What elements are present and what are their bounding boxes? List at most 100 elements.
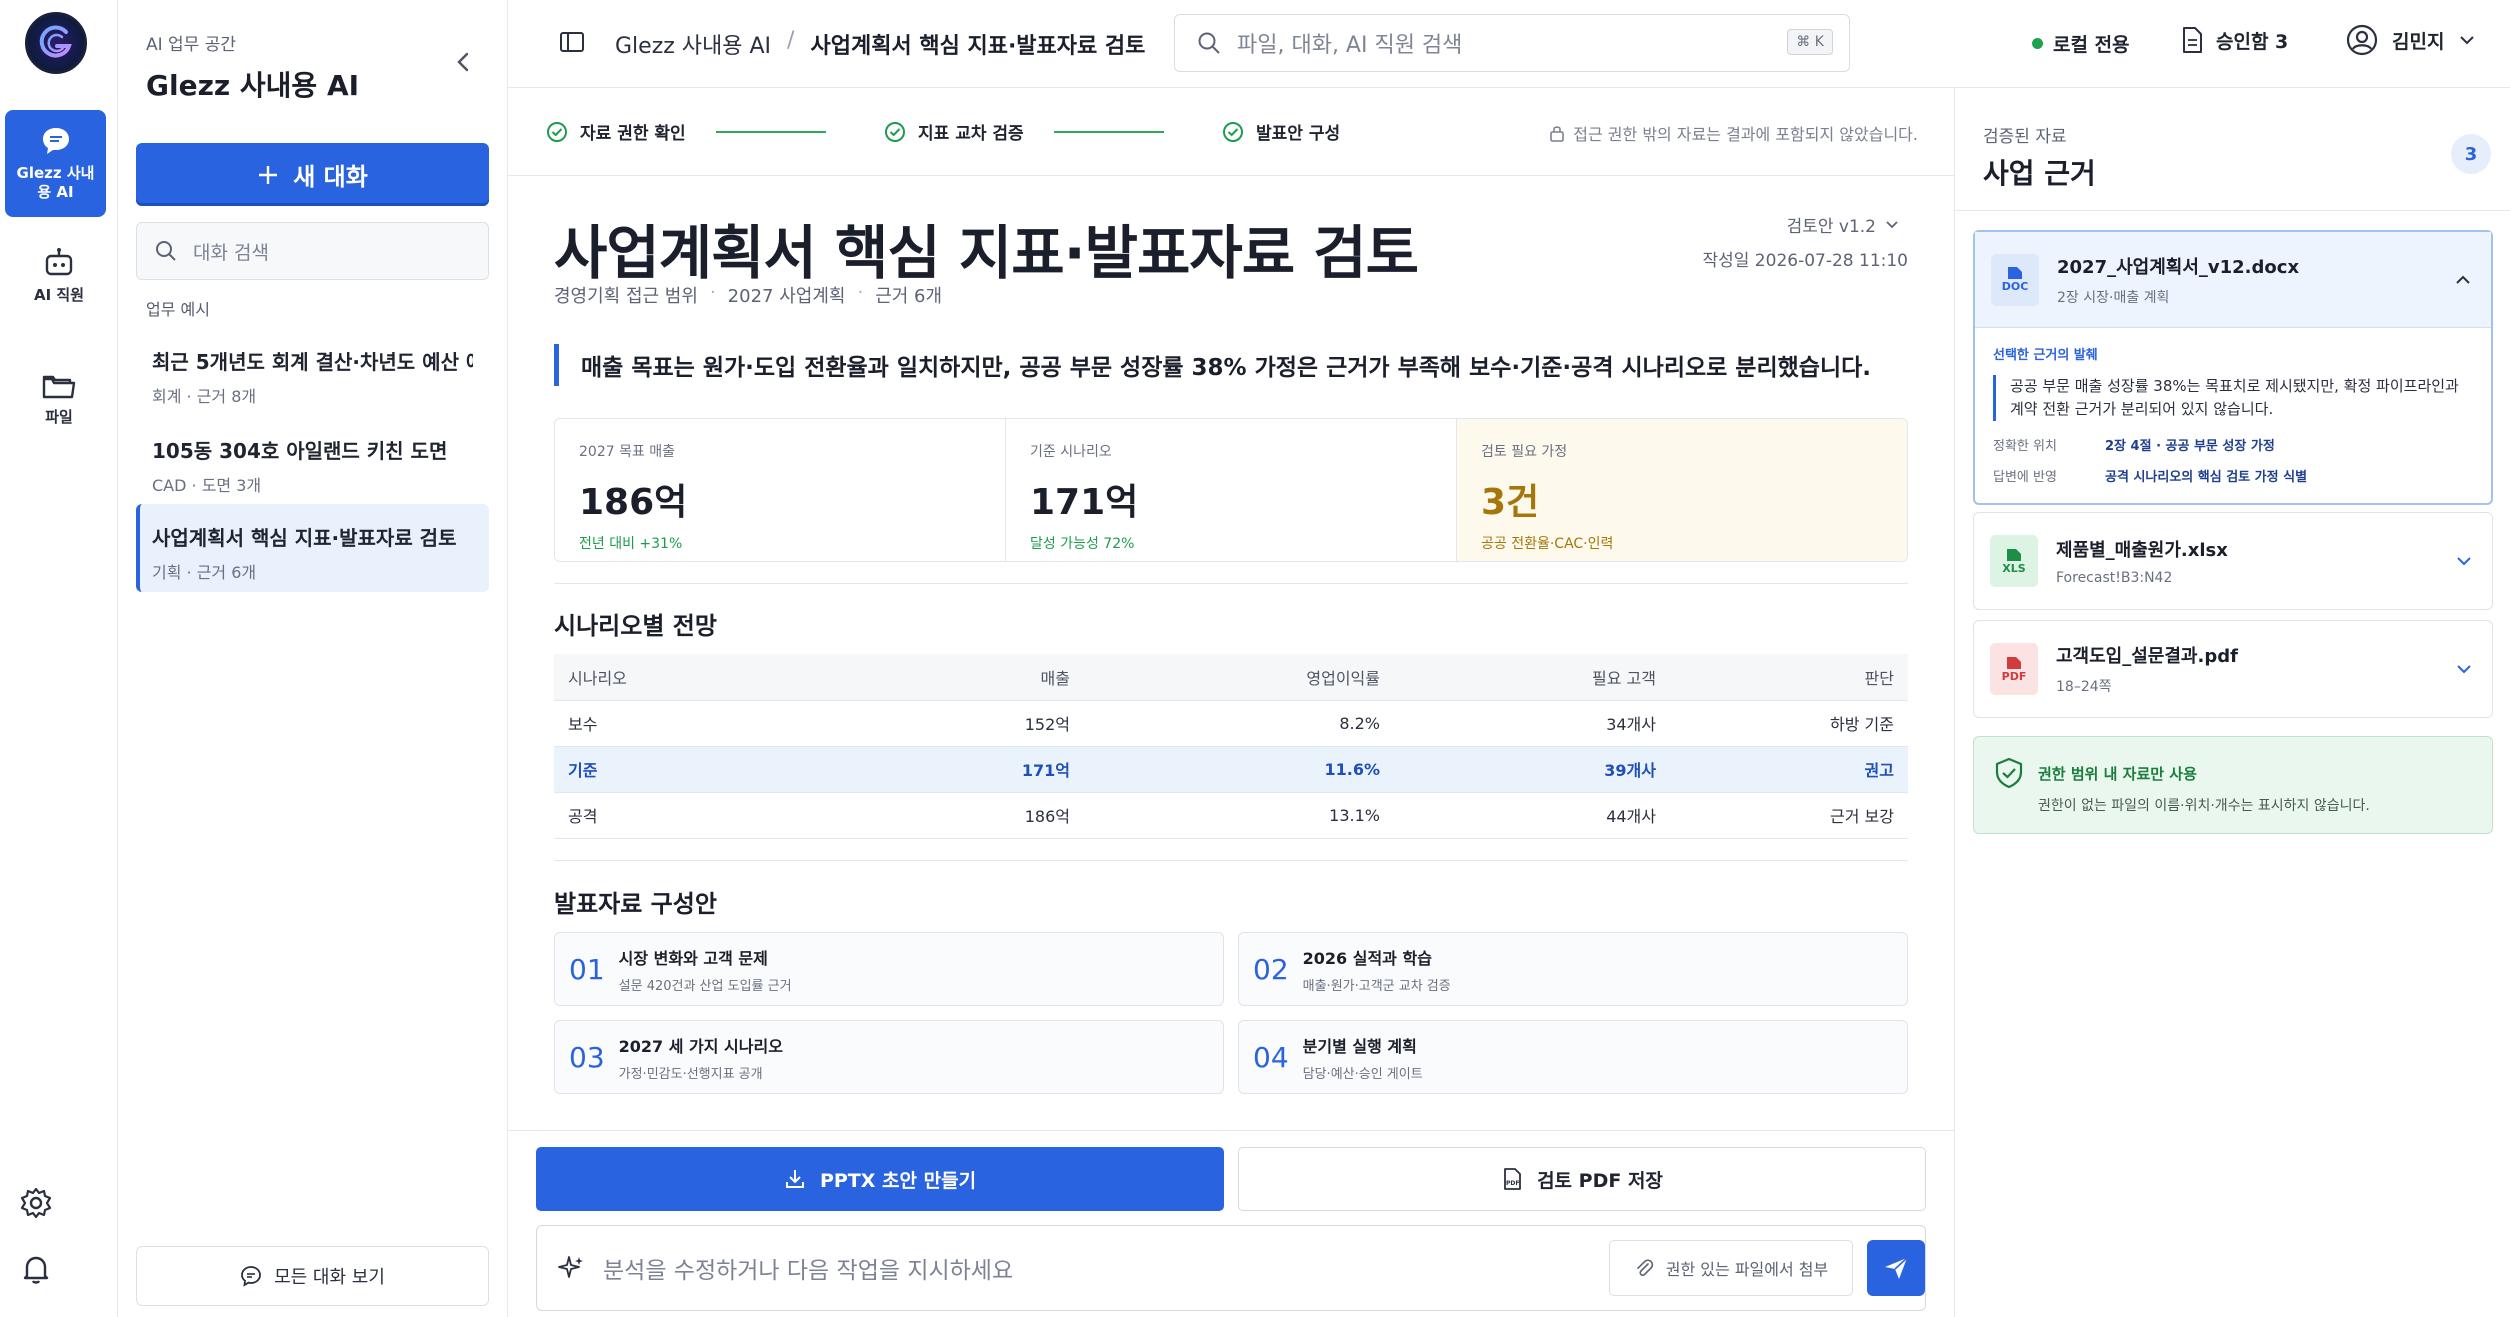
table-row[interactable]: 공격 186억 13.1% 44개사 근거 보강 bbox=[554, 792, 1908, 839]
search-icon bbox=[1198, 32, 1220, 54]
divider bbox=[554, 583, 1908, 584]
kpi-note: 전년 대비 +31% bbox=[579, 536, 683, 552]
divider bbox=[1955, 210, 2510, 211]
conversation-title: 최근 5개년도 회계 결산·차년도 예산 예측 bbox=[152, 350, 473, 374]
conversation-sub: 회계 · 근거 8개 bbox=[152, 387, 257, 406]
outline-item[interactable]: 01 시장 변화와 고객 문제 설문 420건과 산업 도입률 근거 bbox=[554, 932, 1224, 1006]
action-bar: PPTX 초안 만들기 PDF 검토 PDF 저장 분석을 수정하거나 다음 작… bbox=[508, 1130, 1954, 1317]
created-date: 작성일 2026-07-28 11:10 bbox=[1702, 251, 1908, 271]
meta-separator: · bbox=[709, 282, 716, 303]
permission-sub: 권한이 없는 파일의 이름·위치·개수는 표시하지 않습니다. bbox=[2038, 798, 2370, 814]
svg-text:PDF: PDF bbox=[1506, 1180, 1519, 1187]
collapse-sidebar-icon[interactable] bbox=[448, 46, 480, 78]
kpi-card: 2027 목표 매출 186억 전년 대비 +31% bbox=[555, 419, 1006, 561]
doc-file-icon: DOC bbox=[1991, 253, 2039, 306]
file-name: 고객도입_설문결과.pdf bbox=[2056, 646, 2238, 667]
message-composer[interactable]: 분석을 수정하거나 다음 작업을 지시하세요 권한 있는 파일에서 첨부 bbox=[536, 1225, 1926, 1311]
attach-file-button[interactable]: 권한 있는 파일에서 첨부 bbox=[1609, 1240, 1853, 1296]
meta-item: 2027 사업계획 bbox=[727, 286, 846, 307]
folder-icon bbox=[42, 375, 76, 399]
paperclip-icon bbox=[1636, 1259, 1653, 1277]
save-pdf-button[interactable]: PDF 검토 PDF 저장 bbox=[1238, 1147, 1926, 1211]
check-circle-icon bbox=[885, 121, 905, 142]
table-cell: 152억 bbox=[814, 700, 1084, 747]
kpi-cards: 2027 목표 매출 186억 전년 대비 +31% 기준 시나리오 171억 … bbox=[554, 418, 1908, 562]
source-card-header[interactable]: PDF 고객도입_설문결과.pdf 18–24쪽 bbox=[1974, 621, 2492, 717]
breadcrumb-root[interactable]: Glezz 사내용 AI bbox=[615, 28, 771, 60]
toggle-panel-icon[interactable] bbox=[558, 28, 586, 56]
conversation-sub: CAD · 도면 3개 bbox=[152, 476, 262, 495]
document-meta: 경영기획 접근 범위 · 2027 사업계획 · 근거 6개 bbox=[554, 282, 942, 308]
outline-number: 02 bbox=[1253, 952, 1289, 986]
table-cell: 근거 보강 bbox=[1670, 792, 1908, 839]
app-logo[interactable] bbox=[25, 12, 87, 74]
create-pptx-button[interactable]: PPTX 초안 만들기 bbox=[536, 1147, 1224, 1211]
rail-item-files[interactable]: 파일 bbox=[0, 370, 118, 427]
file-sub: 2장 시장·매출 계획 bbox=[2057, 289, 2170, 306]
approvals-label: 승인함 3 bbox=[2216, 30, 2289, 53]
kpi-note: 달성 가능성 72% bbox=[1030, 536, 1135, 552]
new-chat-button[interactable]: 새 대화 bbox=[136, 143, 489, 206]
breadcrumb-separator: / bbox=[787, 28, 795, 53]
table-row-highlighted[interactable]: 기준 171억 11.6% 39개사 권고 bbox=[554, 746, 1908, 793]
main-content: 자료 권한 확인 지표 교차 검증 발표안 구성 접근 권한 밖의 자료는 결과… bbox=[508, 88, 1954, 1317]
table-row[interactable]: 보수 152억 8.2% 34개사 하방 기준 bbox=[554, 700, 1908, 747]
outline-number: 01 bbox=[569, 952, 605, 986]
status-dot-icon bbox=[2032, 38, 2043, 49]
table-cell: 8.2% bbox=[1084, 700, 1394, 747]
workspace-label: AI 업무 공간 bbox=[146, 35, 237, 55]
outline-item[interactable]: 04 분기별 실행 계획 담당·예산·승인 게이트 bbox=[1238, 1020, 1908, 1094]
file-name: 2027_사업계획서_v12.docx bbox=[2057, 256, 2300, 278]
all-chats-button[interactable]: 모든 대화 보기 bbox=[136, 1246, 489, 1306]
rail-item-ai-staff[interactable]: AI 직원 bbox=[0, 246, 118, 305]
chevron-down-icon[interactable] bbox=[2454, 659, 2474, 679]
source-card-expanded[interactable]: DOC 2027_사업계획서_v12.docx 2장 시장·매출 계획 선택한 … bbox=[1973, 230, 2493, 505]
table-cell: 171억 bbox=[814, 746, 1084, 793]
icon-rail: Glezz 사내용 AI AI 직원 파일 bbox=[0, 0, 118, 1317]
file-type-label: DOC bbox=[2001, 280, 2029, 293]
conversation-item[interactable]: 최근 5개년도 회계 결산·차년도 예산 예측 회계 · 근거 8개 bbox=[136, 328, 489, 416]
conversation-search-input[interactable]: 대화 검색 bbox=[136, 222, 489, 280]
send-button[interactable] bbox=[1867, 1240, 1925, 1296]
pdf-file-icon: PDF bbox=[1504, 1168, 1521, 1190]
source-card[interactable]: XLS 제품별_매출원가.xlsx Forecast!B3:N42 bbox=[1973, 512, 2493, 610]
search-icon bbox=[156, 241, 176, 261]
table-header: 필요 고객 bbox=[1394, 654, 1670, 701]
global-search-input[interactable]: 파일, 대화, AI 직원 검색 ⌘ K bbox=[1174, 14, 1850, 72]
step-label: 지표 교차 검증 bbox=[918, 124, 1024, 144]
conversation-item[interactable]: 105동 304호 아일랜드 키친 도면 CAD · 도면 3개 bbox=[136, 417, 489, 505]
user-menu[interactable]: 김민지 bbox=[2346, 24, 2476, 56]
file-sub: 18–24쪽 bbox=[2056, 679, 2112, 695]
chevron-down-icon bbox=[2460, 36, 2475, 45]
new-chat-label: 새 대화 bbox=[293, 163, 368, 191]
outline-number: 04 bbox=[1253, 1040, 1289, 1074]
permission-notice: 권한 범위 내 자료만 사용 권한이 없는 파일의 이름·위치·개수는 표시하지… bbox=[1973, 736, 2493, 834]
source-card-header[interactable]: DOC 2027_사업계획서_v12.docx 2장 시장·매출 계획 bbox=[1975, 232, 2491, 328]
source-card-header[interactable]: XLS 제품별_매출원가.xlsx Forecast!B3:N42 bbox=[1974, 513, 2492, 609]
chevron-down-icon[interactable] bbox=[2454, 551, 2474, 571]
local-only-status: 로컬 전용 bbox=[2032, 30, 2130, 57]
bell-icon[interactable] bbox=[19, 1252, 53, 1286]
outline-item[interactable]: 02 2026 실적과 학습 매출·원가·고객군 교차 검증 bbox=[1238, 932, 1908, 1006]
gear-icon[interactable] bbox=[19, 1186, 53, 1220]
conversation-item-active[interactable]: 사업계획서 핵심 지표·발표자료 검토 기획 · 근거 6개 bbox=[136, 504, 489, 592]
source-card[interactable]: PDF 고객도입_설문결과.pdf 18–24쪽 bbox=[1973, 620, 2493, 718]
scenario-section-title: 시나리오별 전망 bbox=[554, 612, 717, 640]
robot-icon bbox=[45, 248, 73, 276]
excerpt-key: 정확한 위치 bbox=[1993, 439, 2057, 454]
document-icon bbox=[2183, 27, 2202, 53]
chevron-up-icon[interactable] bbox=[2453, 270, 2473, 290]
outline-item[interactable]: 03 2027 세 가지 시나리오 가정·민감도·선행지표 공개 bbox=[554, 1020, 1224, 1094]
meta-separator: · bbox=[857, 282, 864, 303]
table-header: 시나리오 bbox=[554, 654, 814, 701]
approvals-button[interactable]: 승인함 3 bbox=[2180, 26, 2288, 54]
kpi-label: 2027 목표 매출 bbox=[579, 444, 676, 460]
summary-callout: 매출 목표는 원가·도입 전환율과 일치하지만, 공공 부문 성장률 38% 가… bbox=[554, 344, 1894, 386]
rail-item-glezz-ai[interactable]: Glezz 사내용 AI bbox=[5, 110, 106, 217]
user-avatar-icon bbox=[2346, 24, 2378, 56]
section-label: 업무 예시 bbox=[146, 300, 210, 319]
version-dropdown[interactable]: 검토안 v1.2 bbox=[1787, 212, 1900, 237]
sources-count-badge: 3 bbox=[2451, 134, 2491, 174]
step-item: 지표 교차 검증 bbox=[884, 119, 1164, 144]
access-note-text: 접근 권한 밖의 자료는 결과에 포함되지 않았습니다. bbox=[1573, 125, 1918, 144]
